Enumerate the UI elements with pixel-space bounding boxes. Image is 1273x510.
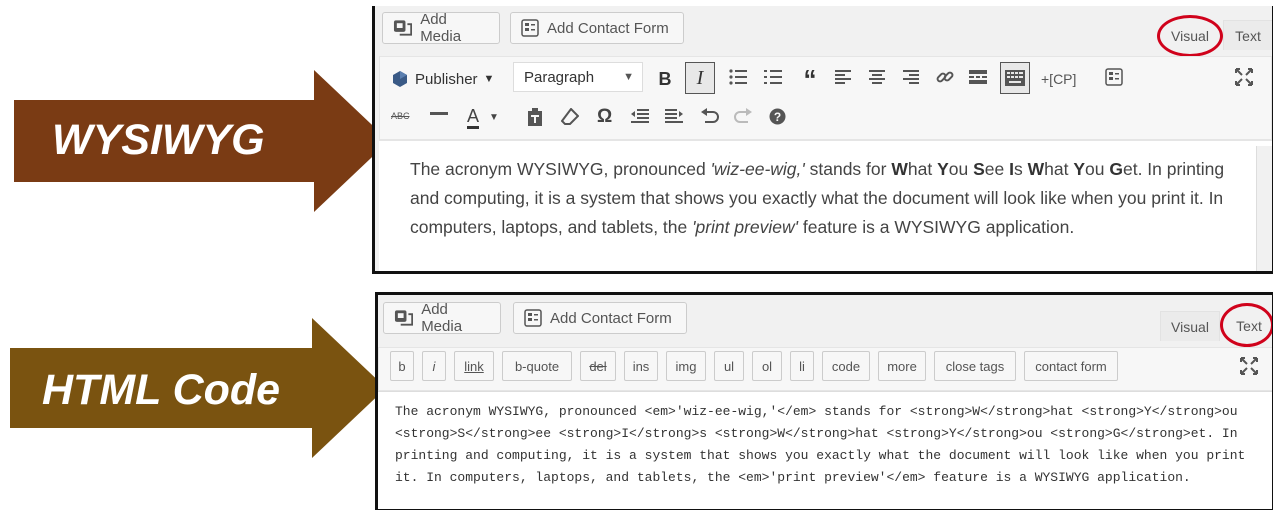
add-media-button[interactable]: Add Media (382, 11, 500, 45)
text-color-icon[interactable]: A ▼ (467, 102, 499, 132)
tab-text[interactable]: Text (1223, 20, 1272, 50)
add-media-icon (393, 20, 413, 36)
text-tab-highlight-ring (1220, 303, 1272, 347)
blockquote-icon[interactable]: “ (799, 64, 821, 94)
clear-formatting-icon[interactable] (561, 108, 579, 126)
visual-text-part: s (1013, 159, 1028, 179)
add-contact-form-button[interactable]: Add Contact Form (510, 12, 684, 44)
quicktag-ul[interactable]: ul (714, 351, 744, 381)
add-contact-form-button[interactable]: Add Contact Form (513, 302, 687, 334)
add-media-button[interactable]: Add Media (383, 301, 501, 335)
quicktag-li[interactable]: li (790, 351, 814, 381)
undo-icon[interactable] (701, 108, 719, 124)
contact-form-icon (521, 19, 539, 37)
visual-scrollbar[interactable] (1256, 146, 1272, 271)
visual-italic-text: 'wiz-ee-wig,' (710, 159, 805, 179)
paste-text-icon[interactable] (527, 108, 543, 126)
keyboard-icon (1005, 70, 1025, 86)
bullet-list-icon[interactable] (729, 69, 747, 85)
contact-form-icon (524, 309, 542, 327)
visual-text-part: feature is a WYSIWYG application. (798, 217, 1075, 237)
quicktag-link[interactable]: link (454, 351, 494, 381)
publisher-icon (393, 71, 407, 87)
visual-editor-panel: Add Media Add Contact Form Visual Text P… (372, 6, 1273, 274)
fullscreen-icon[interactable] (1235, 68, 1253, 86)
add-media-label: Add Media (421, 301, 463, 335)
bold-icon[interactable]: B (653, 64, 677, 94)
visual-content-area[interactable]: The acronym WYSIWYG, pronounced 'wiz-ee-… (379, 140, 1272, 271)
visual-bold-letter: W (891, 159, 908, 179)
visual-bold-letter: Y (937, 159, 949, 179)
quicktag-more[interactable]: more (878, 351, 926, 381)
format-dropdown-icon: ▼ (623, 71, 634, 83)
visual-bold-letter: Y (1073, 159, 1086, 179)
read-more-icon[interactable] (969, 69, 987, 85)
quicktag-b[interactable]: b (390, 351, 414, 381)
visual-text-part: stands for (804, 159, 892, 179)
visual-text-part: The acronym WYSIWYG, pronounced (410, 159, 711, 179)
quicktag-img[interactable]: img (666, 351, 706, 381)
text-color-letter: A (467, 106, 480, 129)
outdent-icon[interactable] (631, 108, 649, 124)
quicktag-contact-form[interactable]: contact form (1024, 351, 1118, 381)
publisher-dropdown-icon: ▼ (483, 73, 495, 85)
add-media-label: Add Media (420, 11, 462, 45)
publisher-label: Publisher (415, 70, 478, 88)
add-contact-form-label: Add Contact Form (550, 309, 672, 327)
wysiwyg-arrow-label: WYSIWYG (52, 116, 265, 164)
add-media-icon (394, 310, 414, 326)
align-left-icon[interactable] (835, 69, 851, 85)
add-contact-form-label: Add Contact Form (547, 19, 669, 37)
quicktag-code[interactable]: code (822, 351, 870, 381)
fullscreen-icon[interactable] (1240, 357, 1258, 375)
quicktag-i[interactable]: i (422, 351, 446, 381)
numbered-list-icon[interactable] (764, 69, 782, 85)
contact-form-icon[interactable] (1105, 68, 1123, 86)
visual-bold-letter: W (1027, 159, 1045, 179)
link-icon[interactable] (936, 68, 954, 86)
custom-shortcode-button[interactable]: +[CP] (1041, 64, 1076, 94)
html-code-arrow-label: HTML Code (42, 366, 281, 414)
visual-text-part: hat (907, 159, 938, 179)
redo-icon[interactable] (734, 108, 752, 124)
publisher-menu[interactable]: Publisher ▼ (391, 64, 494, 94)
visual-text-part: ou (1085, 159, 1110, 179)
quicktag-ol[interactable]: ol (752, 351, 782, 381)
html-code-textarea[interactable]: The acronym WYSIWYG, pronounced <em>'wiz… (378, 391, 1272, 509)
quicktag-b-quote[interactable]: b-quote (502, 351, 572, 381)
text-color-dropdown-icon: ▼ (489, 111, 499, 123)
indent-icon[interactable] (665, 108, 683, 124)
quicktag-del[interactable]: del (580, 351, 616, 381)
quicktag-close-tags[interactable]: close tags (934, 351, 1016, 381)
visual-italic-text: 'print preview' (692, 217, 799, 237)
format-select-value: Paragraph (524, 68, 595, 86)
quicktag-ins[interactable]: ins (624, 351, 658, 381)
align-center-icon[interactable] (869, 69, 885, 85)
visual-tab-highlight-ring (1157, 15, 1223, 57)
special-character-icon[interactable]: Ω (597, 104, 612, 130)
align-right-icon[interactable] (903, 69, 919, 85)
visual-bold-letter: S (973, 159, 985, 179)
visual-text-part: hat (1044, 159, 1074, 179)
horizontal-line-icon[interactable] (430, 112, 448, 115)
italic-icon[interactable]: I (685, 62, 715, 94)
text-editor-panel: Add Media Add Contact Form Visual Text b… (375, 292, 1273, 510)
help-icon[interactable]: ? (769, 108, 786, 125)
visual-text-part: ee (984, 159, 1010, 179)
svg-text:?: ? (774, 110, 781, 124)
visual-text-part: ou (948, 159, 974, 179)
toolbar-toggle-icon[interactable] (1000, 62, 1030, 94)
visual-bold-letter: G (1109, 159, 1123, 179)
strikethrough-icon[interactable]: ABC (391, 106, 410, 126)
tab-visual[interactable]: Visual (1160, 311, 1220, 341)
format-select[interactable]: Paragraph ▼ (513, 62, 643, 92)
